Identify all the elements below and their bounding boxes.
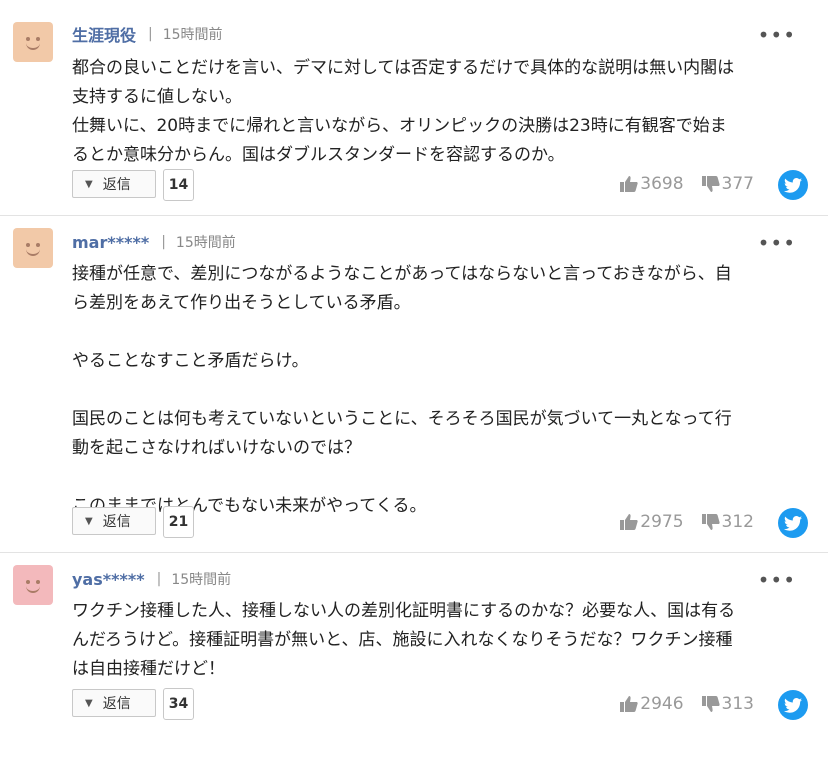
comment-text: 都合の良いことだけを言い、デマに対しては否定するだけで具体的な説明は無い内閣は … <box>72 58 735 165</box>
comment-text: ワクチン接種した人、接種しない人の差別化証明書にするのかな？必要な人、国は有る … <box>72 601 736 679</box>
twitter-share-button[interactable] <box>778 170 808 200</box>
timestamp: 15時間前 <box>175 235 236 251</box>
like-button[interactable]: 2946 <box>620 694 684 714</box>
avatar[interactable] <box>13 228 53 268</box>
thumbs-down-icon <box>701 696 720 712</box>
separator: | <box>156 571 162 587</box>
twitter-icon <box>784 515 802 531</box>
twitter-icon <box>784 697 802 713</box>
comment-item: mar***** | 15時間前 ••• 接種が任意で、差別につながるようなこと… <box>0 216 828 553</box>
caret-down-icon: ▼ <box>85 697 93 709</box>
twitter-share-button[interactable] <box>778 690 808 720</box>
more-options-icon[interactable]: ••• <box>758 570 796 590</box>
comment-item: yas***** | 15時間前 ••• ワクチン接種した人、接種しない人の差別… <box>0 553 828 762</box>
like-count: 3698 <box>640 174 684 194</box>
separator: | <box>161 234 166 250</box>
reply-count[interactable]: 34 <box>163 688 194 720</box>
caret-down-icon: ▼ <box>85 515 93 527</box>
username[interactable]: mar***** <box>72 233 149 252</box>
avatar[interactable] <box>13 565 53 605</box>
twitter-icon <box>784 177 802 193</box>
like-count: 2975 <box>640 512 684 532</box>
thumbs-up-icon <box>620 514 638 530</box>
like-button[interactable]: 2975 <box>620 512 684 532</box>
like-count: 2946 <box>640 694 684 714</box>
thumbs-down-icon <box>701 176 720 192</box>
more-options-icon[interactable]: ••• <box>758 233 796 253</box>
more-options-icon[interactable]: ••• <box>758 25 796 45</box>
dislike-count: 313 <box>721 694 754 714</box>
reply-label: 返信 <box>102 177 131 193</box>
caret-down-icon: ▼ <box>85 178 93 190</box>
dislike-count: 312 <box>721 512 754 532</box>
reply-label: 返信 <box>102 696 131 712</box>
dislike-button[interactable]: 377 <box>701 174 754 194</box>
like-button[interactable]: 3698 <box>620 174 684 194</box>
username[interactable]: yas***** <box>72 570 145 589</box>
timestamp: 15時間前 <box>162 27 223 43</box>
thumbs-up-icon <box>620 176 638 192</box>
comment-text: 接種が任意で、差別につながるようなことがあってはならないと言っておきながら、自 … <box>72 264 732 516</box>
thumbs-up-icon <box>620 696 638 712</box>
reply-button[interactable]: ▼ 返信 <box>72 689 156 717</box>
comment-item: 生涯現役 | 15時間前 ••• 都合の良いことだけを言い、デマに対しては否定す… <box>0 0 828 216</box>
reply-count[interactable]: 21 <box>163 506 194 538</box>
thumbs-down-icon <box>701 514 720 530</box>
dislike-button[interactable]: 313 <box>701 694 754 714</box>
reply-button[interactable]: ▼ 返信 <box>72 507 156 535</box>
twitter-share-button[interactable] <box>778 508 808 538</box>
username[interactable]: 生涯現役 <box>72 22 136 46</box>
reply-button[interactable]: ▼ 返信 <box>72 170 156 198</box>
reply-count[interactable]: 14 <box>163 169 194 201</box>
timestamp: 15時間前 <box>171 572 232 588</box>
dislike-count: 377 <box>721 174 754 194</box>
separator: | <box>148 26 153 42</box>
avatar[interactable] <box>13 22 53 62</box>
dislike-button[interactable]: 312 <box>701 512 754 532</box>
reply-label: 返信 <box>102 514 131 530</box>
